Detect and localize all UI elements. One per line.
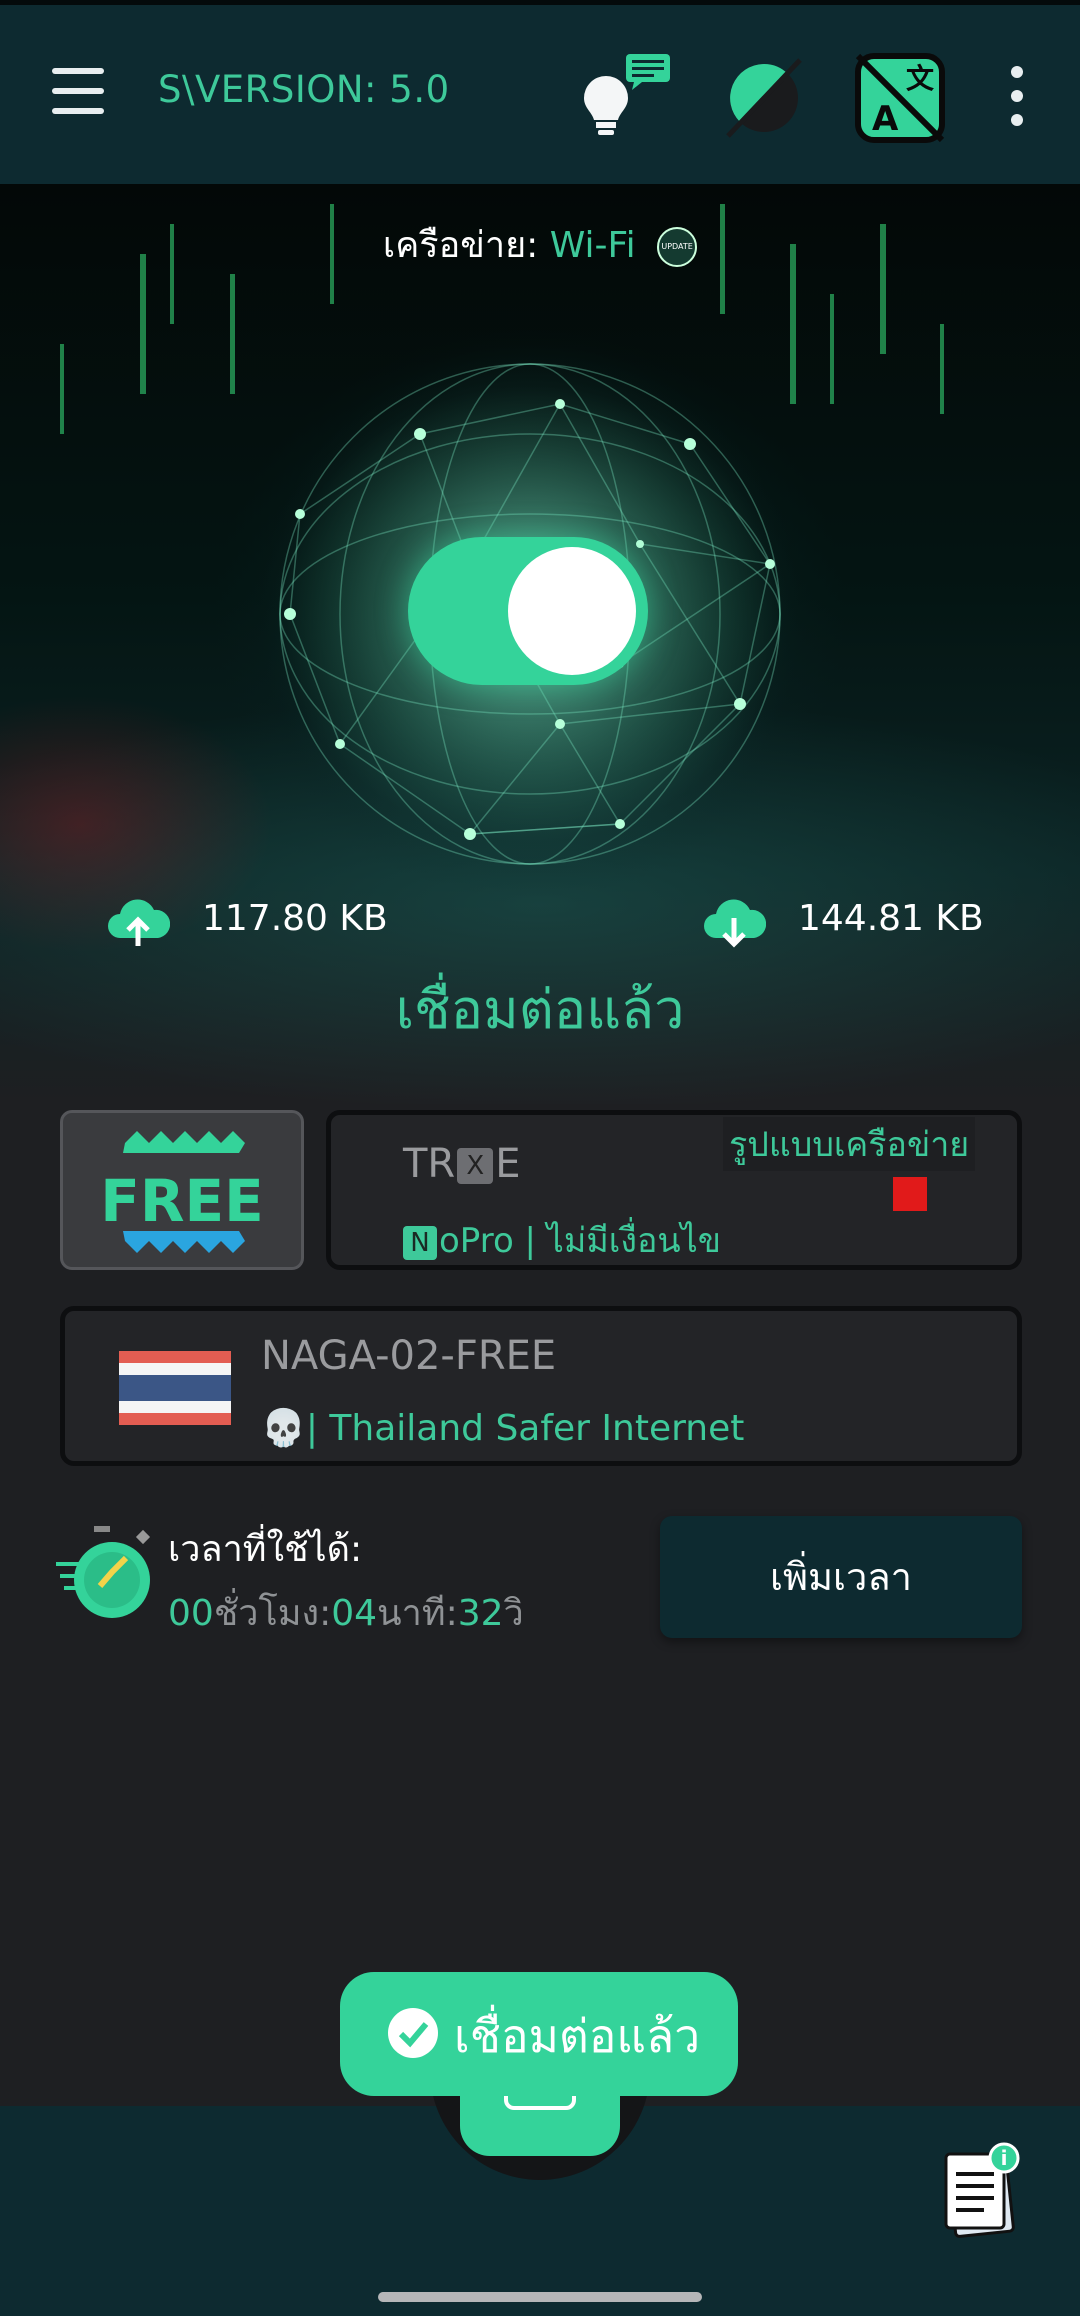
connect-toggle[interactable] — [408, 537, 648, 685]
log-info-icon[interactable]: i — [938, 2142, 1028, 2242]
skull-icon: 💀 — [261, 1408, 306, 1449]
add-time-button[interactable]: เพิ่มเวลา — [660, 1516, 1022, 1638]
network-mode-indicator — [893, 1177, 927, 1211]
network-value: Wi-Fi — [549, 225, 636, 266]
home-indicator — [378, 2292, 702, 2302]
svg-text:文: 文 — [906, 62, 934, 95]
time-remaining-value: 00ชั่วโมง:04นาที:32วิ — [168, 1593, 524, 1634]
dark-mode-icon[interactable] — [714, 48, 814, 148]
stopwatch-icon — [56, 1526, 156, 1626]
svg-text:FREE: FREE — [100, 1167, 264, 1235]
update-icon[interactable]: UPDATE — [657, 227, 698, 267]
config-subtitle: NoPro | ไม่มีเงื่อนไข — [403, 1213, 721, 1267]
network-type-label: เครือข่าย: Wi-Fi UPDATE — [0, 216, 1080, 273]
thailand-flag-icon — [119, 1351, 231, 1425]
free-plan-card[interactable]: FREE — [60, 1110, 304, 1270]
toast-text: เชื่อมต่อแล้ว — [454, 2009, 701, 2063]
download-amount: 144.81 KB — [798, 898, 984, 939]
free-badge-icon: FREE — [100, 1131, 264, 1253]
config-title: TR X E — [403, 1141, 521, 1187]
translate-icon[interactable]: A 文 — [850, 48, 950, 148]
more-vert-icon[interactable] — [1000, 66, 1034, 128]
menu-icon[interactable] — [48, 68, 110, 118]
server-description: 💀| Thailand Safer Internet — [261, 1408, 745, 1449]
time-remaining-label: เวลาที่ใช้ได้: — [168, 1529, 363, 1570]
toggle-knob — [508, 547, 636, 675]
connection-status: เชื่อมต่อแล้ว — [395, 978, 685, 1041]
version-label: S\VERSION: 5.0 — [158, 68, 450, 111]
download-cloud-icon — [702, 890, 767, 950]
upload-amount: 117.80 KB — [202, 898, 388, 939]
network-prefix: เครือข่าย: — [382, 225, 539, 266]
check-circle-icon — [388, 2008, 438, 2058]
svg-text:i: i — [1001, 2146, 1008, 2170]
lightbulb-chat-icon[interactable] — [576, 48, 676, 148]
server-select-card[interactable]: NAGA-02-FREE 💀| Thailand Safer Internet — [60, 1306, 1022, 1466]
server-name: NAGA-02-FREE — [261, 1333, 557, 1379]
svg-text:A: A — [872, 99, 899, 139]
network-mode-label: รูปแบบเครือข่าย — [723, 1117, 976, 1171]
upload-cloud-icon — [106, 890, 171, 950]
connected-toast: เชื่อมต่อแล้ว — [340, 1972, 738, 2096]
config-card[interactable]: TR X E NoPro | ไม่มีเงื่อนไข รูปแบบเครือข่… — [326, 1110, 1022, 1270]
